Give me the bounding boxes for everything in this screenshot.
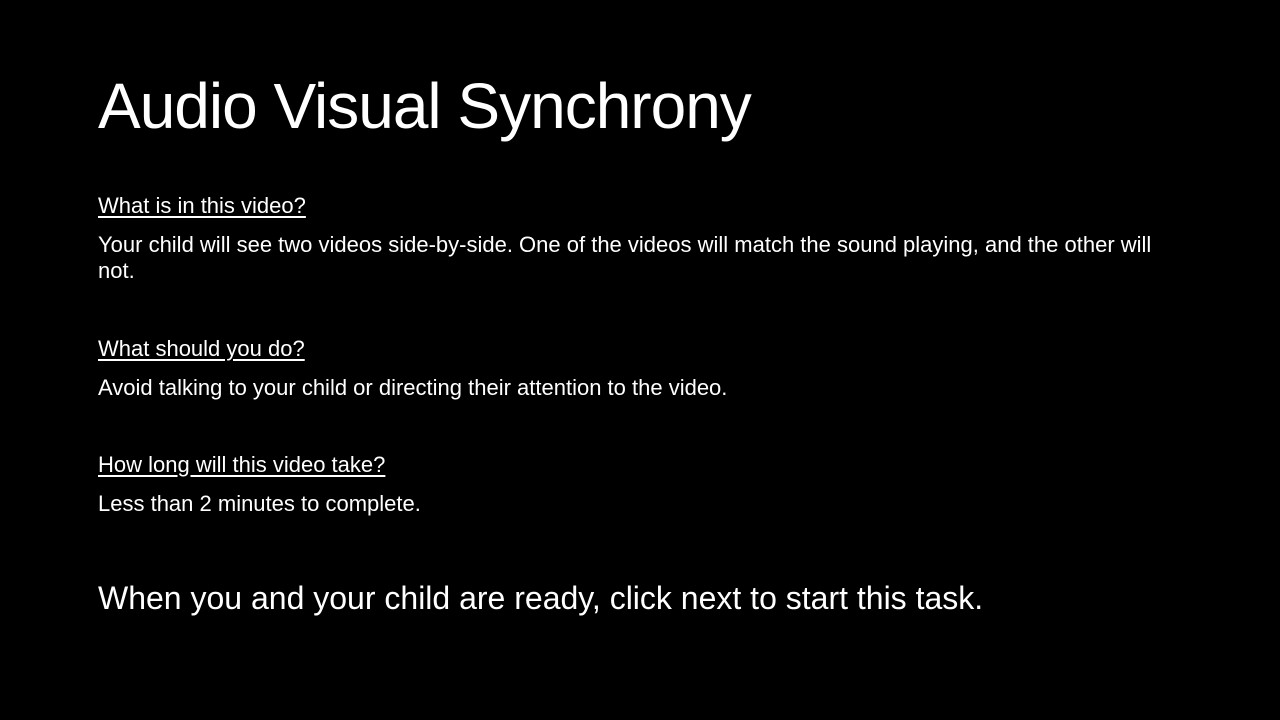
section-text-content: Your child will see two videos side-by-s…	[98, 232, 1152, 283]
section-heading-content: What is in this video?	[98, 193, 306, 218]
section-heading-instructions: What should you do?	[98, 336, 305, 361]
section-heading-duration: How long will this video take?	[98, 452, 386, 477]
call-to-action-text: When you and your child are ready, click…	[98, 580, 984, 616]
section-text-instructions: Avoid talking to your child or directing…	[98, 375, 728, 400]
instruction-slide: Audio Visual Synchrony What is in this v…	[0, 0, 1280, 720]
section-text-duration: Less than 2 minutes to complete.	[98, 491, 421, 516]
slide-title: Audio Visual Synchrony	[98, 70, 752, 142]
